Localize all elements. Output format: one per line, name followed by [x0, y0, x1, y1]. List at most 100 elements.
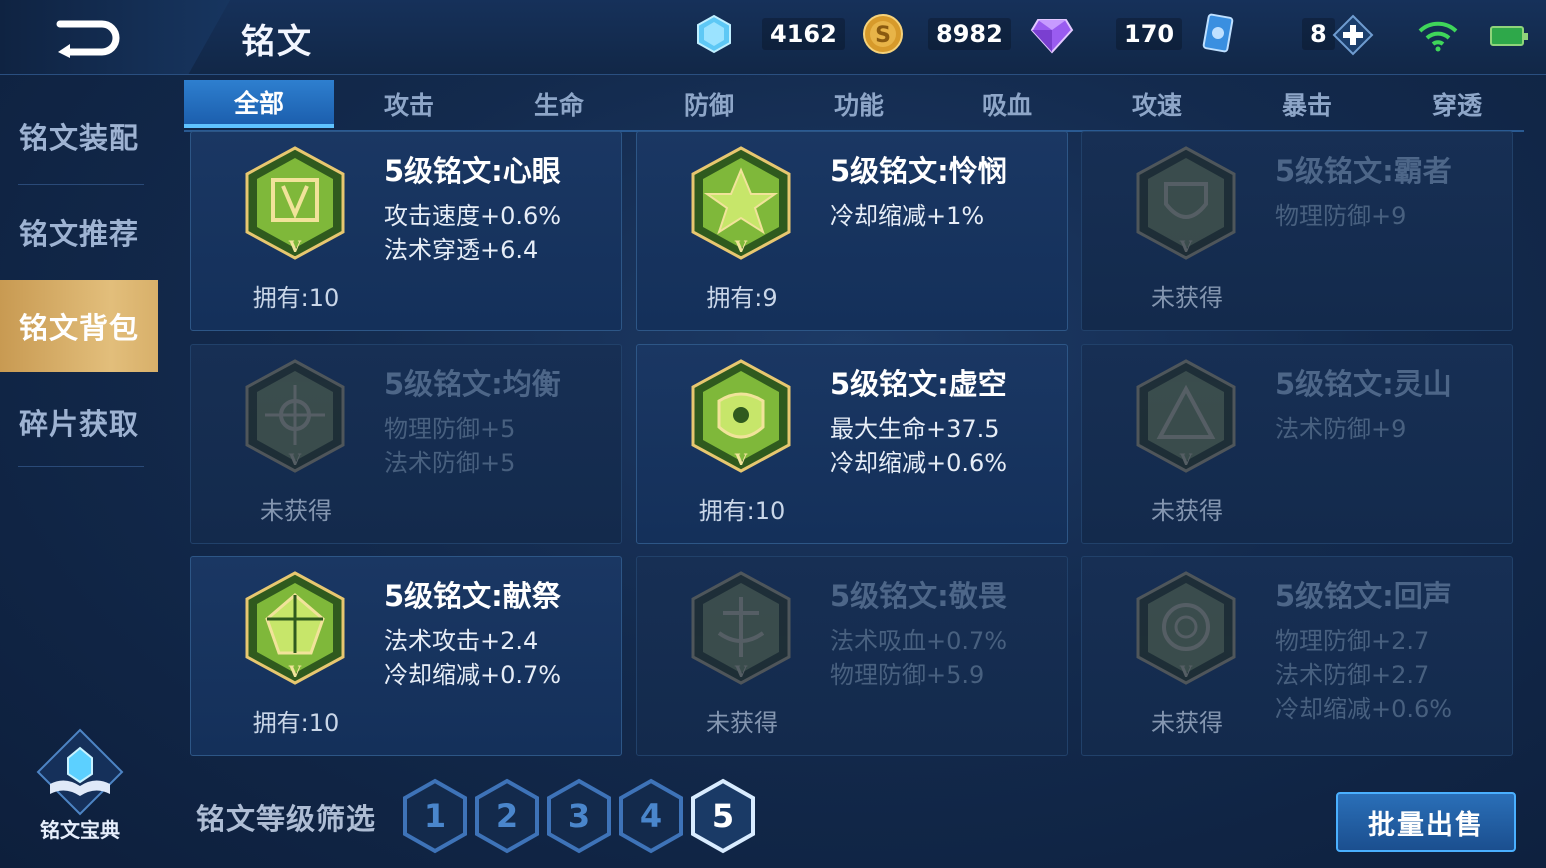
tab-attack[interactable]: 攻击 [334, 80, 484, 128]
tab-attack-speed[interactable]: 攻速 [1082, 80, 1232, 128]
rune-stat: 物理防御+5.9 [830, 661, 985, 689]
crystal-icon [697, 14, 731, 54]
resource-value: 8 [1302, 18, 1335, 50]
gold-coin-icon: S [863, 14, 903, 54]
rune-name: 5级铭文:霸者 [1275, 154, 1452, 188]
rune-emblem-icon: V [691, 146, 791, 260]
svg-text:V: V [1179, 237, 1193, 256]
sidebar-item-fragments[interactable]: 碎片获取 [0, 376, 158, 468]
rune-emblem-icon: V [691, 571, 791, 685]
tab-defense[interactable]: 防御 [634, 80, 784, 128]
rune-card[interactable]: V 5级铭文:灵山 法术防御+9 未获得 [1081, 344, 1513, 544]
svg-text:V: V [1179, 450, 1193, 469]
sidebar-item-recommend[interactable]: 铭文推荐 [0, 186, 158, 278]
svg-text:V: V [288, 237, 302, 256]
rune-name: 5级铭文:怜悯 [830, 154, 1007, 188]
rune-stat: 物理防御+9 [1275, 202, 1407, 230]
owned-count: 拥有:10 [252, 709, 340, 737]
resource-card: 8 [1200, 13, 1335, 54]
owned-count: 拥有:9 [706, 284, 778, 312]
bulk-sell-button[interactable]: 批量出售 [1336, 792, 1516, 852]
owned-count: 拥有:10 [698, 497, 786, 525]
rune-name: 5级铭文:均衡 [384, 367, 561, 401]
rune-stat: 法术防御+9 [1275, 415, 1407, 443]
codex-label: 铭文宝典 [40, 818, 120, 842]
rune-name: 5级铭文:心眼 [384, 154, 561, 188]
rune-emblem-icon: V [691, 359, 791, 473]
owned-count: 未获得 [706, 709, 778, 737]
rune-stat: 法术穿透+6.4 [384, 236, 539, 264]
rune-emblem-icon: V [245, 571, 345, 685]
rune-stat: 法术防御+2.7 [1275, 661, 1430, 689]
owned-count: 未获得 [1151, 497, 1223, 525]
tab-penetration[interactable]: 穿透 [1382, 80, 1532, 128]
add-resource-button[interactable] [1332, 14, 1374, 56]
level-filter-2[interactable]: 2 [474, 778, 540, 854]
svg-text:V: V [734, 662, 748, 681]
level-filter-5[interactable]: 5 [690, 778, 756, 854]
rune-stat: 攻击速度+0.6% [384, 202, 562, 230]
tab-lifesteal[interactable]: 吸血 [932, 80, 1082, 128]
rune-stat: 法术防御+5 [384, 449, 516, 477]
owned-count: 未获得 [1151, 284, 1223, 312]
level-filter-1[interactable]: 1 [402, 778, 468, 854]
resource-value: 4162 [762, 18, 845, 50]
owned-count: 未获得 [260, 497, 332, 525]
rune-emblem-icon: V [245, 359, 345, 473]
rune-stat: 法术吸血+0.7% [830, 627, 1008, 655]
rune-stat: 物理防御+2.7 [1275, 627, 1430, 655]
rune-card[interactable]: V 5级铭文:敬畏 法术吸血+0.7% 物理防御+5.9 未获得 [636, 556, 1068, 756]
rune-card[interactable]: V 5级铭文:回声 物理防御+2.7 法术防御+2.7 冷却缩减+0.6% 未获… [1081, 556, 1513, 756]
tab-health[interactable]: 生命 [484, 80, 634, 128]
level-number: 5 [712, 797, 734, 835]
tab-all[interactable]: 全部 [184, 80, 334, 128]
rune-emblem-icon: V [1136, 359, 1236, 473]
category-tabs: 全部 攻击 生命 防御 功能 吸血 攻速 暴击 穿透 [184, 80, 1524, 132]
wifi-icon [1418, 20, 1458, 56]
rune-stat: 冷却缩减+1% [830, 202, 985, 230]
rune-stat: 法术攻击+2.4 [384, 627, 539, 655]
rune-card[interactable]: V 5级铭文:虚空 最大生命+37.5 冷却缩减+0.6% 拥有:10 [636, 344, 1068, 544]
tab-critical[interactable]: 暴击 [1232, 80, 1382, 128]
rune-emblem-icon: V [1136, 571, 1236, 685]
resource-value: 170 [1116, 18, 1183, 50]
rune-card[interactable]: V 5级铭文:均衡 物理防御+5 法术防御+5 未获得 [190, 344, 622, 544]
rune-card[interactable]: V 5级铭文:心眼 攻击速度+0.6% 法术穿透+6.4 拥有:10 [190, 131, 622, 331]
sidebar-item-bag[interactable]: 铭文背包 [0, 280, 158, 372]
level-number: 1 [424, 797, 446, 835]
rune-name: 5级铭文:敬畏 [830, 579, 1007, 613]
svg-text:V: V [734, 237, 748, 256]
divider [18, 184, 144, 185]
resource-gem: 170 [1030, 14, 1183, 54]
rune-name: 5级铭文:回声 [1275, 579, 1452, 613]
rune-name: 5级铭文:虚空 [830, 367, 1007, 401]
rune-stat: 物理防御+5 [384, 415, 516, 443]
back-button[interactable] [54, 18, 124, 58]
rune-codex-button[interactable]: 铭文宝典 [30, 728, 130, 842]
sidebar-item-equip[interactable]: 铭文装配 [0, 90, 158, 182]
rune-name: 5级铭文:献祭 [384, 579, 561, 613]
resource-gold: S 8982 [862, 14, 1011, 54]
level-number: 3 [568, 797, 590, 835]
level-filter-4[interactable]: 4 [618, 778, 684, 854]
rune-emblem-icon: V [245, 146, 345, 260]
level-filter-3[interactable]: 3 [546, 778, 612, 854]
rune-name: 5级铭文:灵山 [1275, 367, 1452, 401]
svg-text:V: V [288, 662, 302, 681]
svg-text:S: S [875, 23, 891, 48]
card-icon [1202, 13, 1234, 53]
page-title: 铭文 [241, 22, 313, 62]
divider [18, 466, 144, 467]
rune-stat: 最大生命+37.5 [830, 415, 1000, 443]
rune-card[interactable]: V 5级铭文:献祭 法术攻击+2.4 冷却缩减+0.7% 拥有:10 [190, 556, 622, 756]
owned-count: 未获得 [1151, 709, 1223, 737]
book-icon [36, 728, 124, 816]
rune-stat: 冷却缩减+0.7% [384, 661, 562, 689]
tab-utility[interactable]: 功能 [784, 80, 934, 128]
rune-card[interactable]: V 5级铭文:霸者 物理防御+9 未获得 [1081, 131, 1513, 331]
resource-value: 8982 [928, 18, 1011, 50]
svg-text:V: V [734, 450, 748, 469]
rune-card[interactable]: V 5级铭文:怜悯 冷却缩减+1% 拥有:9 [636, 131, 1068, 331]
plus-icon [1332, 14, 1374, 56]
battery-icon [1490, 26, 1528, 46]
